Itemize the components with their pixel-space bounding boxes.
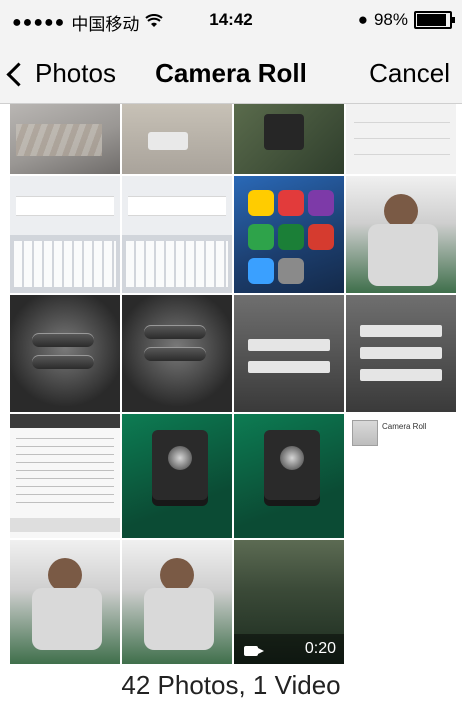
thumbnail-input xyxy=(248,361,330,373)
empty-grid-cell xyxy=(346,540,456,664)
thumbnail-header-bar xyxy=(10,414,120,428)
photo-thumbnail[interactable]: Camera Roll xyxy=(346,414,456,538)
album-thumbnail xyxy=(352,420,378,446)
thumbnail-text-field xyxy=(128,196,226,216)
thumbnail-footer-bar xyxy=(10,518,120,532)
thumbnail-keyboard xyxy=(122,235,232,293)
app-icon xyxy=(308,224,334,250)
photo-thumbnail[interactable] xyxy=(346,295,456,412)
photo-thumbnail[interactable] xyxy=(346,176,456,293)
photo-thumbnail[interactable] xyxy=(10,295,120,412)
library-summary: 42 Photos, 1 Video xyxy=(121,670,341,700)
thumbnail-input xyxy=(248,339,330,351)
thumbnail-button xyxy=(32,355,94,369)
thumbnail-input xyxy=(360,325,442,337)
photo-grid: Camera Roll 0:20 xyxy=(10,104,456,664)
app-icon xyxy=(248,190,274,216)
thumbnail-input xyxy=(360,369,442,381)
thumbnail-input xyxy=(360,347,442,359)
app-icon xyxy=(248,258,274,284)
settings-row-line xyxy=(354,122,450,123)
photo-thumbnail[interactable] xyxy=(122,540,232,664)
photo-thumbnail[interactable] xyxy=(122,414,232,538)
thumbnail-button xyxy=(32,333,94,347)
thumbnail-button xyxy=(144,325,206,339)
status-right: ● 98% xyxy=(357,10,455,30)
photo-thumbnail[interactable] xyxy=(10,104,120,174)
thumbnail-text-lines xyxy=(16,438,114,508)
app-icon xyxy=(278,258,304,284)
photo-thumbnail[interactable] xyxy=(234,176,344,293)
photo-thumbnail[interactable] xyxy=(10,540,120,664)
album-thumbnail-label: Camera Roll xyxy=(382,422,427,431)
camera-lens xyxy=(168,446,192,470)
navigation-bar: Photos Camera Roll Cancel xyxy=(0,44,462,104)
battery-icon xyxy=(414,11,455,29)
photo-thumbnail[interactable] xyxy=(346,104,456,174)
settings-row-line xyxy=(354,138,450,139)
app-icon xyxy=(278,190,304,216)
thumbnail-button xyxy=(144,347,206,361)
settings-row-line xyxy=(354,154,450,155)
video-thumbnail[interactable]: 0:20 xyxy=(234,540,344,664)
photo-thumbnail[interactable] xyxy=(122,176,232,293)
photo-thumbnail[interactable] xyxy=(234,295,344,412)
video-duration: 0:20 xyxy=(304,640,336,657)
battery-fill xyxy=(417,14,447,26)
camera-lens xyxy=(280,446,304,470)
video-camera-icon xyxy=(244,646,264,656)
photo-thumbnail[interactable] xyxy=(122,295,232,412)
app-icon xyxy=(308,190,334,216)
status-bar: ●●●●● 中国移动 14:42 ● 98% xyxy=(0,0,462,44)
photo-thumbnail[interactable] xyxy=(234,104,344,174)
photo-thumbnail[interactable] xyxy=(10,176,120,293)
photo-thumbnail[interactable] xyxy=(10,414,120,538)
app-icon xyxy=(248,224,274,250)
thumbnail-keyboard xyxy=(10,235,120,293)
photo-thumbnail[interactable] xyxy=(122,104,232,174)
thumbnail-text-field xyxy=(16,196,114,216)
battery-percent: 98% xyxy=(373,10,408,29)
orientation-lock-icon: ● xyxy=(357,10,368,29)
photo-thumbnail[interactable] xyxy=(234,414,344,538)
app-icon xyxy=(278,224,304,250)
cancel-button[interactable]: Cancel xyxy=(369,58,450,89)
